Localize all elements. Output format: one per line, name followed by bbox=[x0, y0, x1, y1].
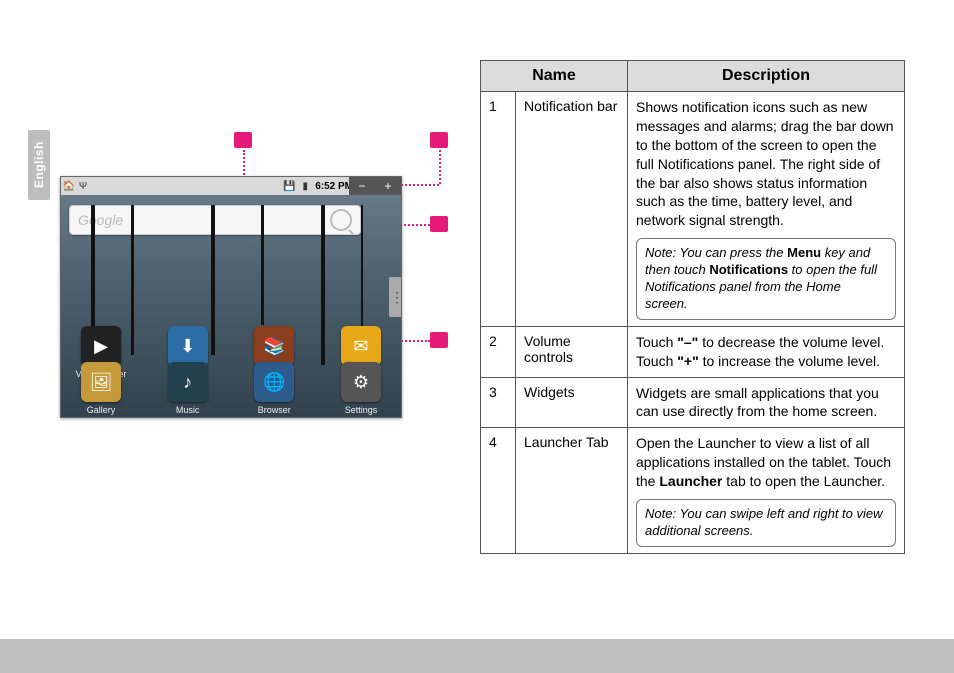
callout-leader bbox=[439, 150, 441, 184]
row-name: Volume controls bbox=[516, 326, 628, 377]
row-num: 3 bbox=[481, 377, 516, 428]
table-row: 1 Notification bar Shows notification ic… bbox=[481, 92, 905, 327]
mail-icon: ✉ bbox=[341, 326, 381, 366]
usb-icon: Ψ bbox=[77, 180, 89, 192]
app-label: Music bbox=[176, 405, 200, 415]
row-num: 1 bbox=[481, 92, 516, 327]
tablet-screenshot: 🏠 Ψ 💾 ▮ 6:52 PM 📶 − + Google bbox=[60, 176, 402, 418]
app-label: Browser bbox=[258, 405, 291, 415]
row-num: 2 bbox=[481, 326, 516, 377]
row-name: Widgets bbox=[516, 377, 628, 428]
note-box: Note: You can press the Menu key and the… bbox=[636, 238, 896, 320]
description-table: Name Description 1 Notification bar Show… bbox=[480, 60, 905, 554]
gear-icon: ⚙ bbox=[341, 362, 381, 402]
notification-bar[interactable]: 🏠 Ψ 💾 ▮ 6:52 PM 📶 − + bbox=[61, 177, 401, 195]
col-header-name: Name bbox=[481, 61, 628, 92]
battery-icon: ▮ bbox=[299, 180, 311, 192]
picture-icon: 🖼 bbox=[81, 362, 121, 402]
row-desc: Touch "–" to decrease the volume level. … bbox=[628, 326, 905, 377]
app-icon-music[interactable]: ♪ Music bbox=[160, 362, 216, 415]
book-icon: 📚 bbox=[254, 326, 294, 366]
row-name: Launcher Tab bbox=[516, 428, 628, 553]
search-icon bbox=[330, 209, 352, 231]
sd-icon: 💾 bbox=[283, 180, 295, 192]
volume-up-button[interactable]: + bbox=[375, 177, 401, 195]
music-icon: ♪ bbox=[168, 362, 208, 402]
volume-down-button[interactable]: − bbox=[349, 177, 375, 195]
app-icon-browser[interactable]: 🌐 Browser bbox=[246, 362, 302, 415]
row-desc: Widgets are small applications that you … bbox=[628, 377, 905, 428]
callout-marker-4 bbox=[430, 332, 448, 348]
callout-marker-1 bbox=[234, 132, 252, 148]
search-placeholder: Google bbox=[78, 212, 123, 228]
table-row: 3 Widgets Widgets are small applications… bbox=[481, 377, 905, 428]
app-label: Gallery bbox=[87, 405, 116, 415]
callout-marker-2 bbox=[430, 132, 448, 148]
app-icon-settings[interactable]: ⚙ Settings bbox=[333, 362, 389, 415]
home-icon: 🏠 bbox=[63, 180, 75, 192]
note-box: Note: You can swipe left and right to vi… bbox=[636, 499, 896, 547]
screenshot-column: 🏠 Ψ 💾 ▮ 6:52 PM 📶 − + Google bbox=[60, 150, 455, 418]
callout-marker-3 bbox=[430, 216, 448, 232]
download-icon: ⬇ bbox=[168, 326, 208, 366]
row-name: Notification bar bbox=[516, 92, 628, 327]
app-label: Settings bbox=[345, 405, 378, 415]
globe-icon: 🌐 bbox=[254, 362, 294, 402]
row-desc: Open the Launcher to view a list of all … bbox=[628, 428, 905, 553]
row-num: 4 bbox=[481, 428, 516, 553]
status-time: 6:52 PM bbox=[315, 181, 353, 192]
home-icons-row2: 🖼 Gallery ♪ Music 🌐 Browser ⚙ Settings bbox=[73, 362, 389, 415]
play-icon: ▶ bbox=[81, 326, 121, 366]
app-icon-gallery[interactable]: 🖼 Gallery bbox=[73, 362, 129, 415]
language-tab: English bbox=[28, 130, 50, 200]
table-row: 4 Launcher Tab Open the Launcher to view… bbox=[481, 428, 905, 553]
table-row: 2 Volume controls Touch "–" to decrease … bbox=[481, 326, 905, 377]
google-search-widget[interactable]: Google bbox=[69, 205, 361, 235]
col-header-desc: Description bbox=[628, 61, 905, 92]
row-desc: Shows notification icons such as new mes… bbox=[628, 92, 905, 327]
launcher-tab[interactable]: ⋮ bbox=[389, 277, 402, 317]
